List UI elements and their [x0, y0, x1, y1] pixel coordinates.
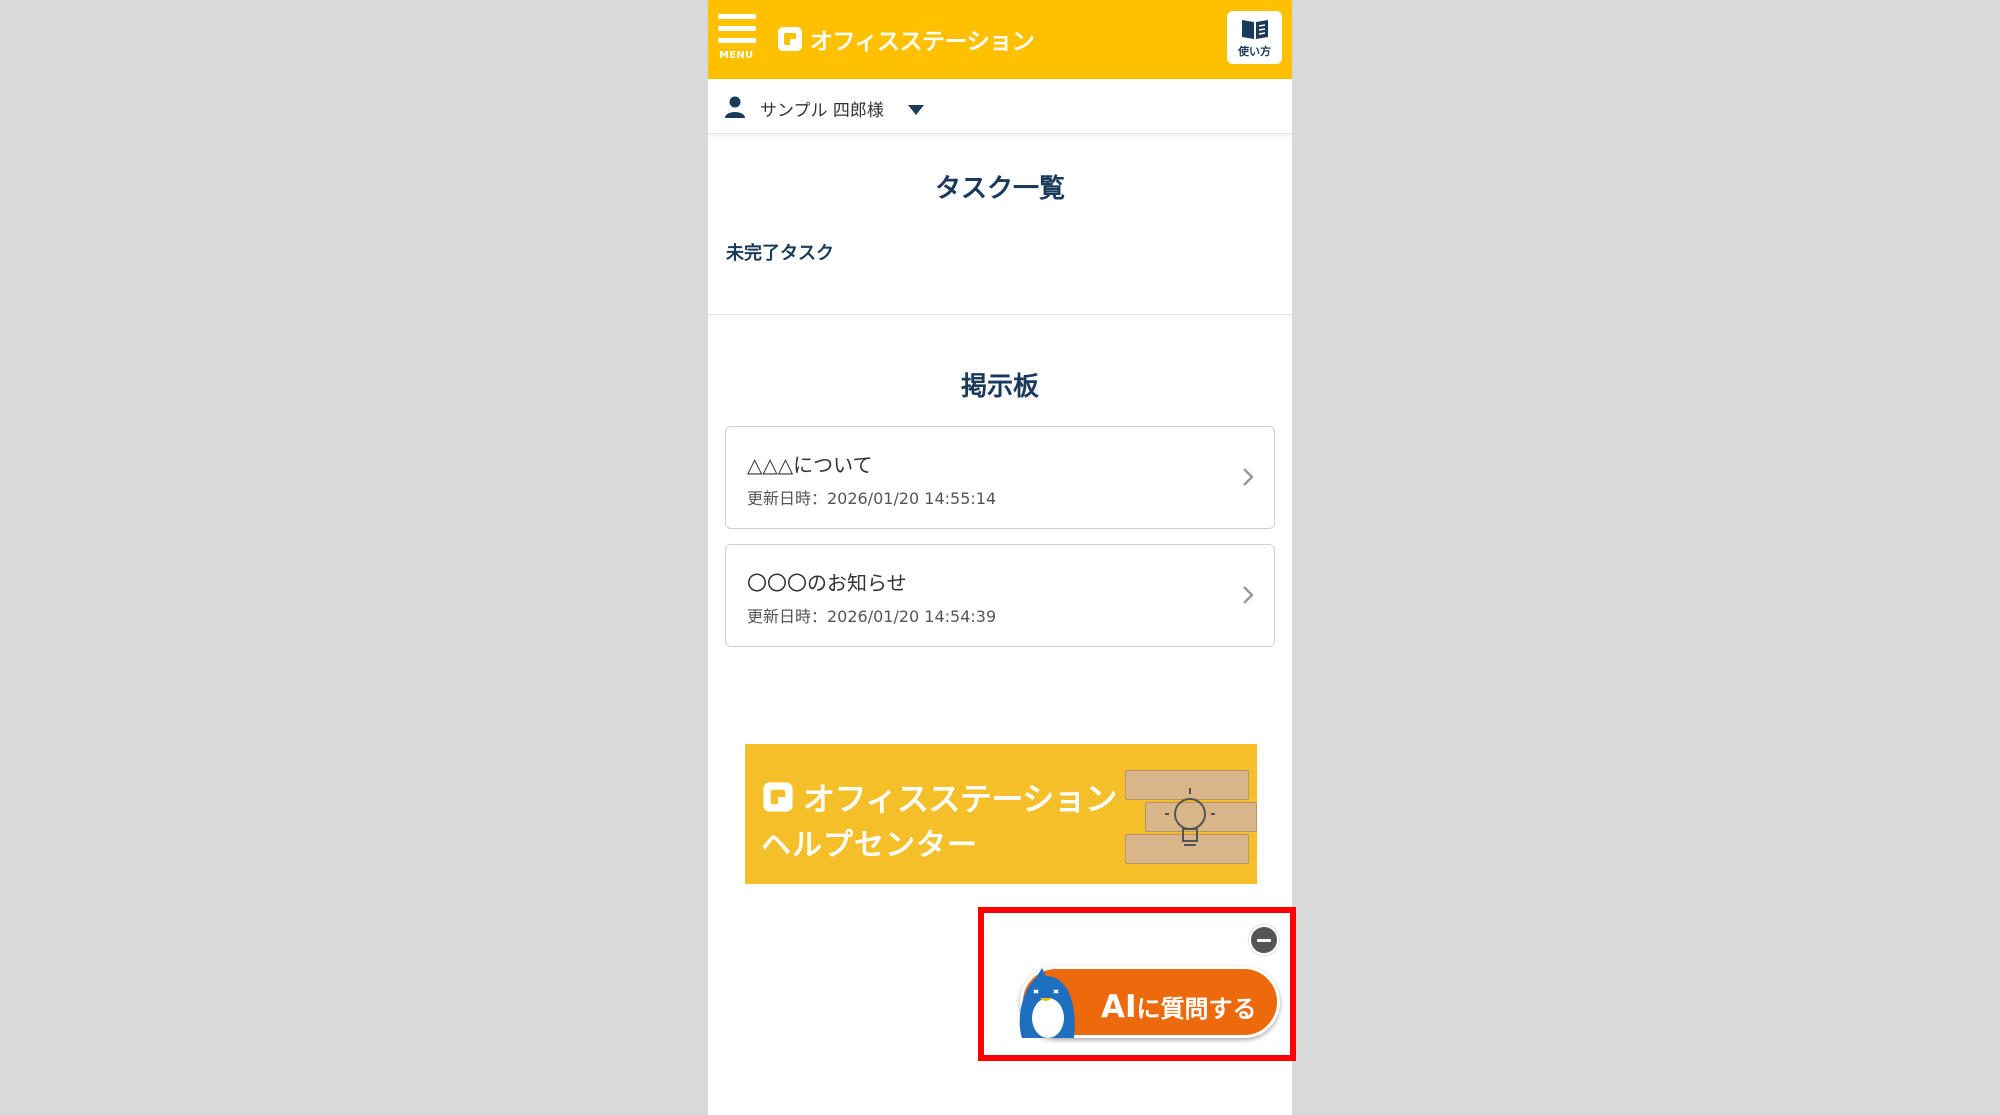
post-title: △△△について: [747, 453, 873, 477]
post-updated-date: 更新日時：2026/01/20 14:55:14: [747, 489, 997, 508]
lightbulb-icon: [1165, 788, 1215, 846]
hamburger-icon-bar: [718, 26, 756, 31]
user-name[interactable]: サンプル 四郎様: [760, 96, 884, 121]
ask-ai-label-ai: AI: [1101, 989, 1137, 1025]
wooden-blocks-image: [1125, 770, 1257, 884]
help-center-banner[interactable]: オフィスステーション ヘルプセンター: [745, 744, 1257, 884]
bulletin-board-title: 掲示板: [960, 372, 1039, 402]
ask-ai-label-text: に質問する: [1136, 995, 1257, 1023]
section-divider: [708, 314, 1292, 315]
chevron-right-icon: [1243, 586, 1254, 604]
minus-icon: [1257, 939, 1271, 942]
book-icon: [1242, 20, 1268, 39]
guide-label: 使い方: [1238, 45, 1271, 58]
menu-label: MENU: [719, 50, 754, 61]
app-name: オフィスステーション: [810, 29, 1035, 55]
app-logo[interactable]: オフィスステーション: [776, 22, 1035, 56]
post-updated-date: 更新日時：2026/01/20 14:54:39: [747, 607, 997, 626]
user-bar: サンプル 四郎様: [708, 79, 1292, 134]
close-ai-button[interactable]: [1249, 925, 1279, 955]
menu-button[interactable]: MENU: [718, 12, 758, 62]
mobile-page: MENU オフィスステーション 使い方 サンプル 四郎様 タスク一覧 未完了タス…: [708, 0, 1292, 1115]
caret-down-icon[interactable]: [908, 105, 924, 115]
banner-title: オフィスステーション: [803, 780, 1117, 818]
logo-mark-icon: [778, 27, 802, 51]
banner-logo: オフィスステーション: [761, 774, 1117, 820]
bulletin-post-card[interactable]: 〇〇〇のお知らせ 更新日時：2026/01/20 14:54:39: [725, 544, 1275, 647]
app-header: MENU オフィスステーション 使い方: [708, 0, 1292, 79]
chevron-right-icon: [1243, 468, 1254, 486]
task-list-title: タスク一覧: [934, 174, 1065, 204]
person-icon: [725, 96, 745, 118]
post-title: 〇〇〇のお知らせ: [747, 571, 907, 595]
guide-button[interactable]: 使い方: [1227, 11, 1282, 64]
incomplete-tasks-heading[interactable]: 未完了タスク: [726, 239, 834, 265]
hamburger-icon: [718, 14, 756, 19]
hamburger-icon-bar: [718, 38, 756, 43]
banner-subtitle: ヘルプセンター: [761, 828, 978, 863]
ask-ai-button[interactable]: AIに質問する: [1012, 960, 1282, 1040]
ask-ai-label: AIに質問する: [1101, 989, 1257, 1025]
logo-mark-icon: [763, 782, 793, 812]
penguin-mascot-icon: [1019, 968, 1075, 1038]
bulletin-post-card[interactable]: △△△について 更新日時：2026/01/20 14:55:14: [725, 426, 1275, 529]
